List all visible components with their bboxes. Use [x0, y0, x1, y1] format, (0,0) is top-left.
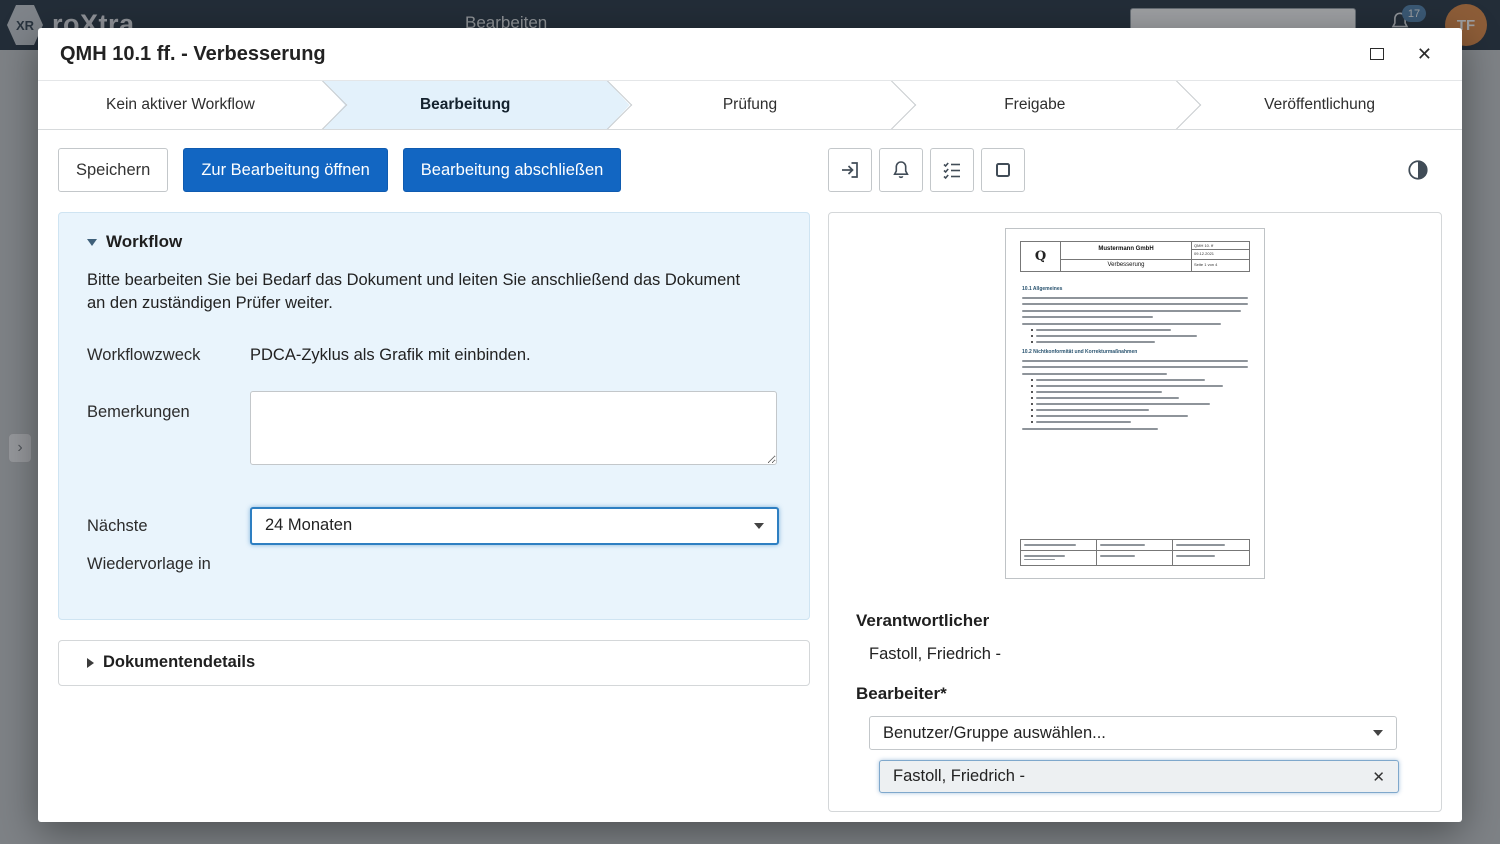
step-pruefung[interactable]: Prüfung: [608, 81, 893, 129]
selected-editor-name: Fastoll, Friedrich -: [893, 767, 1025, 786]
responsible-value: Fastoll, Friedrich -: [869, 645, 1414, 664]
dialog-content: Workflow Bitte bearbeiten Sie bei Bedarf…: [38, 192, 1462, 812]
tasks-button[interactable]: [930, 148, 974, 192]
notifications-subscribe-button[interactable]: [879, 148, 923, 192]
preview-heading-2: 10.2 Nichtkonformität und Korrekturmaßna…: [1022, 349, 1248, 355]
window-controls: ✕: [1370, 45, 1432, 63]
document-details-title: Dokumentendetails: [103, 653, 255, 672]
step-label: Bearbeitung: [420, 96, 510, 114]
step-label: Prüfung: [723, 96, 777, 114]
workflow-panel-header[interactable]: Workflow: [87, 232, 781, 252]
open-document-button[interactable]: [828, 148, 872, 192]
remarks-label: Bemerkungen: [87, 391, 250, 465]
screen: XR roXtra Bearbeiten 17 TF › QMH 10.1 ff…: [0, 0, 1500, 844]
resubmission-select-value: 24 Monaten: [265, 516, 352, 535]
preview-logo: Q: [1021, 242, 1061, 271]
stop-button[interactable]: [981, 148, 1025, 192]
action-buttons: Speichern Zur Bearbeitung öffnen Bearbei…: [58, 148, 810, 192]
workflow-instruction: Bitte bearbeiten Sie bei Bedarf das Doku…: [87, 269, 749, 316]
step-freigabe[interactable]: Freigabe: [892, 81, 1177, 129]
resubmission-row: Nächste Wiedervorlage in 24 Monaten: [87, 507, 781, 583]
purpose-label: Workflowzweck: [87, 346, 250, 365]
responsible-label: Verantwortlicher: [856, 611, 1414, 631]
remarks-row: Bemerkungen: [87, 391, 781, 465]
selected-editor-chip[interactable]: Fastoll, Friedrich - ✕: [879, 760, 1399, 793]
workflow-panel-title: Workflow: [106, 232, 182, 252]
workflow-steps: Kein aktiver Workflow Bearbeitung Prüfun…: [38, 80, 1462, 130]
step-label: Freigabe: [1004, 96, 1065, 114]
preview-company: Mustermann GmbH: [1061, 242, 1191, 260]
expand-triangle-icon: [87, 658, 94, 668]
preview-page-info: Seite 1 von 4: [1191, 260, 1249, 271]
editor-select-value: Benutzer/Gruppe auswählen...: [883, 724, 1106, 743]
enter-document-icon: [839, 159, 861, 181]
close-button[interactable]: ✕: [1417, 45, 1432, 63]
step-bearbeitung[interactable]: Bearbeitung: [323, 81, 608, 129]
open-for-editing-button[interactable]: Zur Bearbeitung öffnen: [183, 148, 387, 192]
finish-editing-button[interactable]: Bearbeitung abschließen: [403, 148, 622, 192]
document-preview: Q Mustermann GmbH QMH 10. ff 09.12.2021 …: [1005, 228, 1265, 579]
workflow-dialog: QMH 10.1 ff. - Verbesserung ✕ Kein aktiv…: [38, 28, 1462, 822]
resubmission-select[interactable]: 24 Monaten: [250, 507, 779, 545]
preview-toggle-button[interactable]: [1406, 158, 1430, 182]
step-label: Kein aktiver Workflow: [106, 96, 255, 114]
purpose-value: PDCA-Zyklus als Grafik mit einbinden.: [250, 346, 531, 365]
chevron-down-icon: [754, 523, 764, 529]
stop-square-icon: [992, 159, 1014, 181]
preview-footer-table: [1020, 539, 1250, 566]
half-circle-icon: [1406, 158, 1430, 182]
editor-select[interactable]: Benutzer/Gruppe auswählen...: [869, 716, 1397, 750]
maximize-icon: [1370, 48, 1384, 60]
step-label: Veröffentlichung: [1264, 96, 1375, 114]
workflow-panel: Workflow Bitte bearbeiten Sie bei Bedarf…: [58, 212, 810, 620]
left-column: Workflow Bitte bearbeiten Sie bei Bedarf…: [58, 212, 810, 686]
icon-toolbar: [828, 148, 1025, 192]
maximize-button[interactable]: [1370, 48, 1384, 60]
resubmission-label: Nächste Wiedervorlage in: [87, 507, 250, 583]
dialog-header: QMH 10.1 ff. - Verbesserung ✕: [38, 28, 1462, 80]
checklist-icon: [941, 159, 963, 181]
bell-icon: [890, 159, 912, 181]
remove-selection-icon[interactable]: ✕: [1372, 768, 1385, 786]
preview-doc-title: Verbesserung: [1061, 260, 1191, 271]
purpose-row: Workflowzweck PDCA-Zyklus als Grafik mit…: [87, 346, 781, 365]
step-kein-aktiver-workflow[interactable]: Kein aktiver Workflow: [38, 81, 323, 129]
save-button[interactable]: Speichern: [58, 148, 168, 192]
dialog-title: QMH 10.1 ff. - Verbesserung: [60, 43, 326, 66]
preview-heading-1: 10.1 Allgemeines: [1022, 286, 1248, 292]
remarks-textarea[interactable]: [250, 391, 777, 465]
right-panel: Q Mustermann GmbH QMH 10. ff 09.12.2021 …: [828, 212, 1442, 812]
document-details-header[interactable]: Dokumentendetails: [58, 640, 810, 686]
preview-doc-meta: QMH 10. ff 09.12.2021: [1191, 242, 1249, 260]
editor-label: Bearbeiter*: [856, 684, 1414, 704]
dialog-toolbar: Speichern Zur Bearbeitung öffnen Bearbei…: [38, 148, 1462, 192]
preview-body: 10.1 Allgemeines 10.2 Nichtkonformität u…: [1020, 272, 1250, 539]
step-veroeffentlichung[interactable]: Veröffentlichung: [1177, 81, 1462, 129]
chevron-down-icon: [1373, 730, 1383, 736]
preview-header-table: Q Mustermann GmbH QMH 10. ff 09.12.2021 …: [1020, 241, 1250, 272]
collapse-triangle-icon: [87, 239, 97, 246]
